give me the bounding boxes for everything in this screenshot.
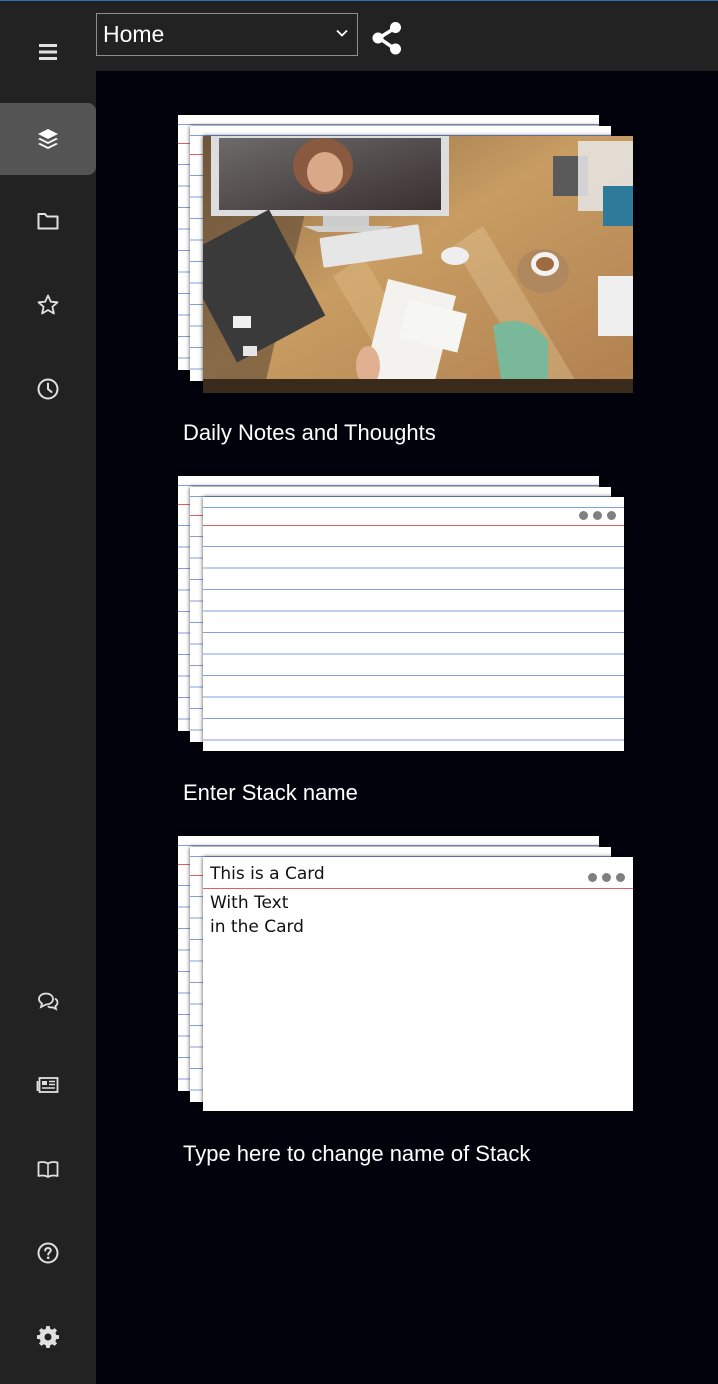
sidebar-item-favorites[interactable]	[0, 269, 96, 341]
sidebar-item-guide[interactable]	[0, 1133, 96, 1205]
card-body-line: in the Card	[210, 917, 304, 937]
layers-icon	[38, 129, 58, 149]
workspace-select[interactable]: Home	[96, 13, 358, 56]
stack-name-label[interactable]: Daily Notes and Thoughts	[183, 420, 436, 446]
hamburger-menu-icon	[39, 44, 57, 60]
chat-bubbles-icon	[38, 992, 59, 1011]
help-circle-icon	[37, 1242, 59, 1264]
gear-icon	[37, 1326, 59, 1348]
sidebar-item-recent[interactable]	[0, 353, 96, 425]
sidebar-item-news[interactable]	[0, 1049, 96, 1121]
stack-name-label[interactable]: Enter Stack name	[183, 780, 358, 806]
menu-button[interactable]	[0, 16, 96, 88]
sidebar-item-chat[interactable]	[0, 965, 96, 1037]
stack-tile[interactable]: This is a Card With Text in the Card	[178, 836, 638, 1114]
stack-name-label[interactable]: Type here to change name of Stack	[183, 1141, 530, 1167]
card-title: This is a Card	[210, 864, 325, 884]
sidebar	[0, 0, 96, 1384]
desk-photo-image	[203, 136, 633, 393]
stacks-grid: Daily Notes and Thoughts Enter Stack nam…	[96, 71, 718, 1384]
sidebar-item-help[interactable]	[0, 1217, 96, 1289]
clock-icon	[37, 378, 59, 400]
stack-top-card	[203, 497, 624, 751]
card-options-icon[interactable]	[579, 511, 616, 520]
chevron-down-icon	[336, 29, 348, 37]
newspaper-icon	[36, 1077, 59, 1093]
stack-tile[interactable]	[178, 115, 638, 393]
workspace-select-value: Home	[103, 21, 165, 47]
stack-tile[interactable]	[178, 476, 638, 754]
open-book-icon	[37, 1161, 59, 1178]
top-bar: Home	[0, 0, 718, 71]
sidebar-item-stacks[interactable]	[0, 103, 96, 175]
card-body: With Text in the Card	[210, 891, 304, 939]
stack-cover-photo	[203, 136, 633, 393]
share-icon[interactable]	[370, 20, 404, 56]
sidebar-item-folders[interactable]	[0, 185, 96, 257]
card-options-icon[interactable]	[588, 873, 625, 882]
stack-top-card: This is a Card With Text in the Card	[203, 857, 633, 1111]
sidebar-item-settings[interactable]	[0, 1301, 96, 1373]
star-icon	[37, 294, 59, 315]
card-body-line: With Text	[210, 893, 289, 913]
folder-icon	[37, 213, 59, 230]
